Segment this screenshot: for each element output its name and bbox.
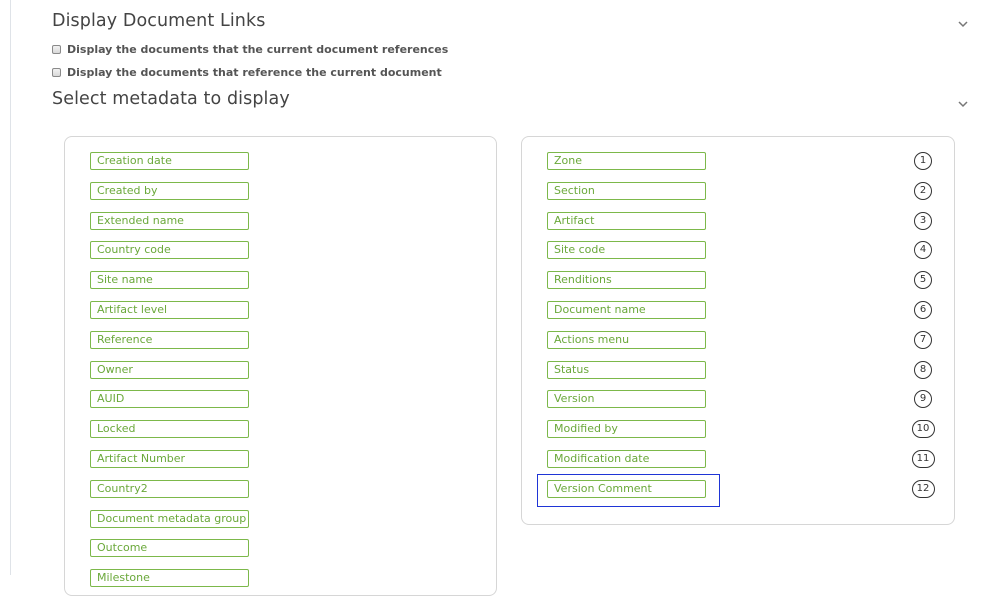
available-field-tag[interactable]: Locked: [90, 420, 249, 439]
referenced-by-checkbox[interactable]: [52, 68, 61, 77]
available-field-tag[interactable]: Artifact Number: [90, 450, 249, 468]
selected-field-tag[interactable]: Section: [547, 181, 706, 200]
available-field-tag[interactable]: Document metadata group: [90, 509, 249, 528]
available-field-tag[interactable]: Milestone: [90, 569, 249, 588]
chevron-down-icon[interactable]: [956, 97, 970, 111]
referenced-by-checkbox-label: Display the documents that reference the…: [67, 66, 442, 79]
selected-field-tag[interactable]: Renditions: [547, 271, 706, 290]
available-field-tag[interactable]: Country code: [90, 241, 249, 260]
references-checkbox[interactable]: [52, 45, 61, 54]
select-metadata-title: Select metadata to display: [52, 89, 290, 109]
order-badge: 6: [914, 301, 932, 319]
selected-field-tag[interactable]: Status: [547, 360, 706, 379]
display-document-links-title: Display Document Links: [52, 11, 266, 31]
referenced-by-option[interactable]: Display the documents that reference the…: [52, 66, 442, 79]
selected-field-tag[interactable]: Modified by: [547, 420, 706, 439]
order-badge: 8: [914, 360, 932, 379]
references-checkbox-label: Display the documents that the current d…: [67, 43, 449, 56]
order-badge: 1: [914, 152, 932, 170]
frame-border: [10, 0, 11, 575]
selected-field-tag[interactable]: Version Comment: [547, 479, 706, 498]
available-field-tag[interactable]: Creation date: [90, 152, 249, 170]
order-badge: 2: [914, 181, 932, 200]
order-badge: 12: [911, 479, 935, 498]
available-field-tag[interactable]: Country2: [90, 479, 249, 498]
selected-field-tag[interactable]: Modification date: [547, 450, 706, 468]
selected-field-tag[interactable]: Zone: [547, 152, 706, 170]
available-field-tag[interactable]: Artifact level: [90, 301, 249, 319]
references-option[interactable]: Display the documents that the current d…: [52, 43, 448, 56]
order-badge: 11: [911, 450, 935, 468]
selected-field-tag[interactable]: Actions menu: [547, 330, 706, 349]
selected-field-tag[interactable]: Version: [547, 390, 706, 409]
available-field-tag[interactable]: Extended name: [90, 211, 249, 230]
selected-field-tag[interactable]: Site code: [547, 241, 706, 260]
available-field-tag[interactable]: Owner: [90, 360, 249, 379]
available-field-tag[interactable]: Site name: [90, 271, 249, 290]
selected-field-tag[interactable]: Artifact: [547, 211, 706, 230]
available-field-tag[interactable]: Created by: [90, 181, 249, 200]
order-badge: 7: [914, 330, 932, 349]
selected-field-tag[interactable]: Document name: [547, 301, 706, 319]
available-field-tag[interactable]: Outcome: [90, 539, 249, 558]
chevron-down-icon[interactable]: [956, 17, 970, 31]
available-field-tag[interactable]: AUID: [90, 390, 249, 409]
available-field-tag[interactable]: Reference: [90, 330, 249, 349]
order-badge: 10: [911, 420, 935, 439]
order-badge: 3: [914, 211, 932, 230]
